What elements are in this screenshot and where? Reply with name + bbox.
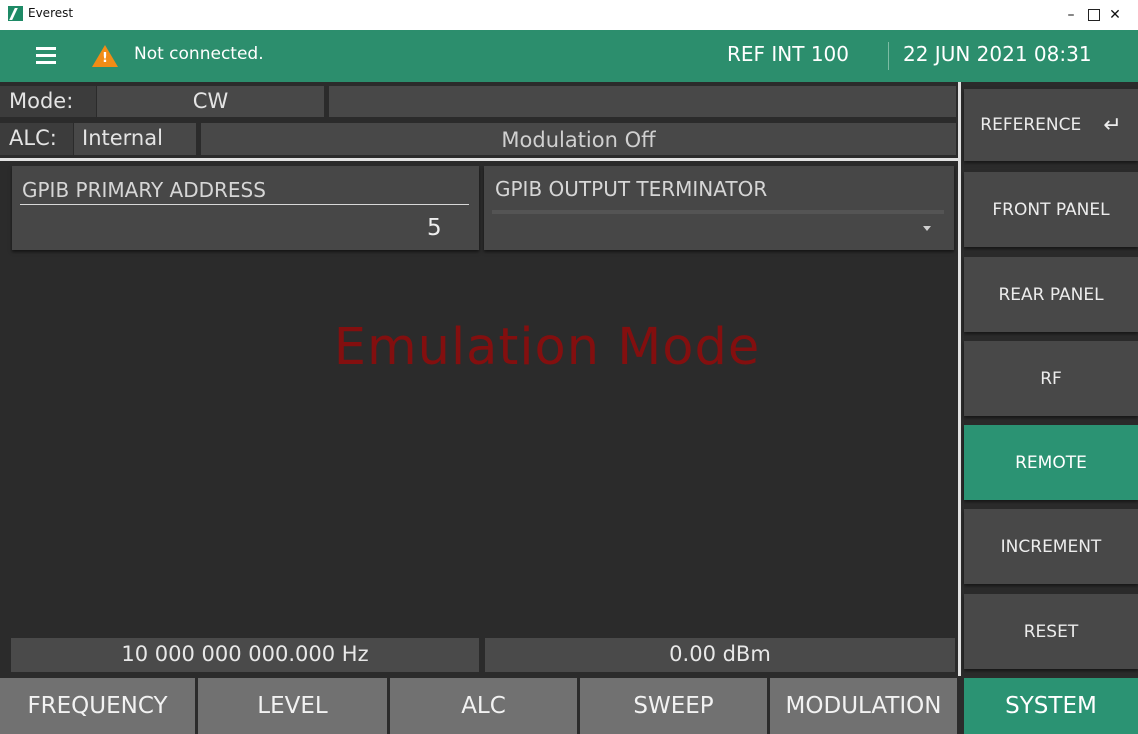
reference-button[interactable]: REFERENCE ↵ (964, 89, 1138, 161)
remote-button[interactable]: REMOTE (964, 425, 1138, 500)
date-time: 22 JUN 2021 08:31 (903, 42, 1092, 66)
dropdown-value[interactable] (492, 210, 944, 214)
reference-button-label: REFERENCE (980, 115, 1082, 135)
reset-button[interactable]: RESET (964, 594, 1138, 669)
header-divider (888, 42, 889, 70)
frequency-readout: 10 000 000 000.000 Hz (11, 638, 479, 672)
hamburger-menu-icon[interactable] (36, 47, 56, 64)
app-header: ! Not connected. REF INT 100 22 JUN 2021… (0, 30, 1138, 82)
tab-system[interactable]: SYSTEM (964, 678, 1138, 734)
tab-frequency[interactable]: FREQUENCY (0, 678, 195, 734)
alc-value: Internal (74, 123, 196, 155)
gpib-primary-address-value[interactable]: 5 (427, 215, 442, 241)
increment-button[interactable]: INCREMENT (964, 509, 1138, 584)
side-divider (958, 82, 961, 676)
chevron-down-icon[interactable] (923, 226, 931, 231)
mode-info-field (329, 86, 956, 117)
gpib-output-terminator-dropdown[interactable]: GPIB OUTPUT TERMINATOR (484, 166, 954, 250)
return-icon: ↵ (1103, 112, 1122, 138)
mode-value: CW (97, 86, 324, 117)
tab-level[interactable]: LEVEL (198, 678, 387, 734)
mode-label: Mode: (0, 86, 96, 117)
gpib-primary-address-label: GPIB PRIMARY ADDRESS (22, 178, 266, 202)
window-title-bar: Everest – ✕ (0, 0, 1138, 30)
tab-sweep[interactable]: SWEEP (580, 678, 767, 734)
level-readout: 0.00 dBm (485, 638, 955, 672)
tab-alc[interactable]: ALC (390, 678, 577, 734)
rf-button[interactable]: RF (964, 341, 1138, 416)
front-panel-button[interactable]: FRONT PANEL (964, 172, 1138, 247)
field-underline (20, 204, 469, 205)
close-icon[interactable]: ✕ (1096, 0, 1134, 30)
status-divider (0, 158, 958, 161)
gpib-output-terminator-label: GPIB OUTPUT TERMINATOR (495, 177, 768, 201)
warning-icon: ! (92, 45, 118, 67)
tab-modulation[interactable]: MODULATION (770, 678, 957, 734)
reference-status: REF INT 100 (727, 42, 850, 66)
gpib-primary-address-field[interactable]: GPIB PRIMARY ADDRESS 5 (12, 166, 479, 250)
rear-panel-button[interactable]: REAR PANEL (964, 257, 1138, 332)
alc-label: ALC: (0, 123, 73, 155)
modulation-status: Modulation Off (201, 123, 956, 155)
connection-status: Not connected. (134, 44, 264, 64)
emulation-mode-text: Emulation Mode (333, 318, 761, 377)
window-title: Everest (28, 6, 74, 20)
app-logo-icon (8, 6, 23, 21)
